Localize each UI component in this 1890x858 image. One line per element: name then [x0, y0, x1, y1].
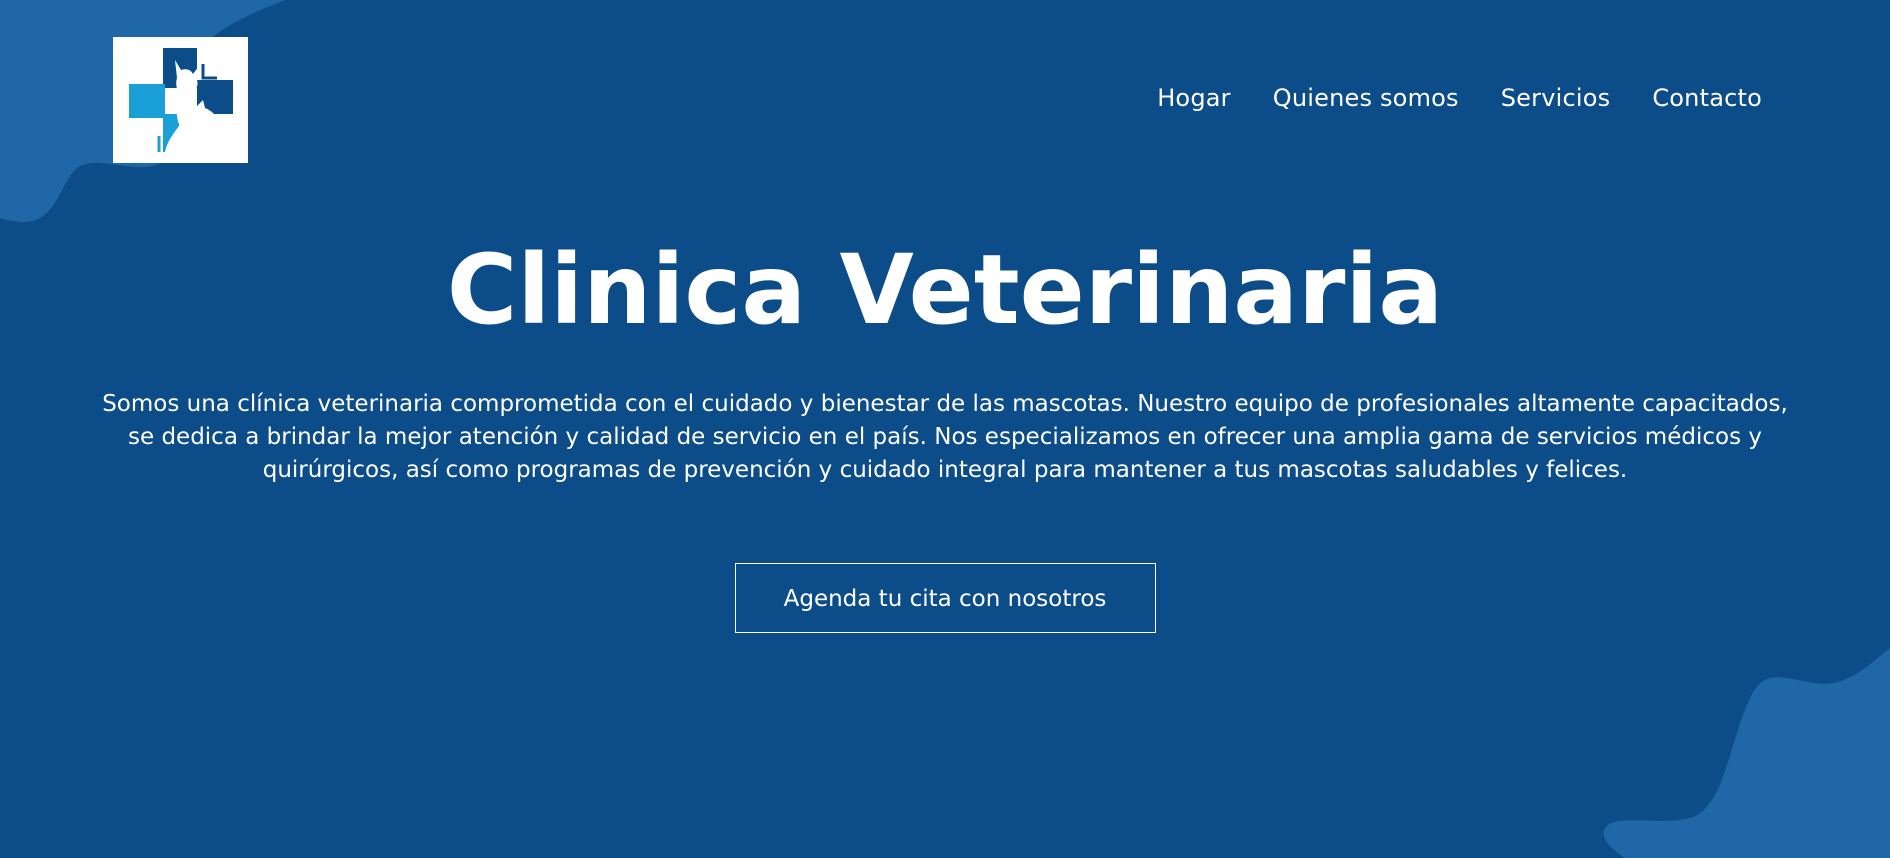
main-navigation: Hogar Quienes somos Servicios Contacto	[1157, 84, 1762, 112]
nav-link-contacto[interactable]: Contacto	[1652, 84, 1762, 112]
nav-link-quienes-somos[interactable]: Quienes somos	[1273, 84, 1459, 112]
vet-cross-pets-logo-icon	[128, 48, 233, 152]
page-title: Clinica Veterinaria	[446, 234, 1444, 346]
clinic-logo[interactable]	[113, 37, 248, 163]
book-appointment-button[interactable]: Agenda tu cita con nosotros	[734, 563, 1156, 633]
hero-section: Clinica Veterinaria Somos una clínica ve…	[0, 230, 1890, 633]
decorative-blob-bottom-right	[1603, 648, 1890, 858]
nav-link-servicios[interactable]: Servicios	[1501, 84, 1611, 112]
hero-description: Somos una clínica veterinaria comprometi…	[102, 391, 1788, 483]
nav-link-hogar[interactable]: Hogar	[1157, 84, 1231, 112]
site-header: Hogar Quienes somos Servicios Contacto	[0, 0, 1890, 170]
